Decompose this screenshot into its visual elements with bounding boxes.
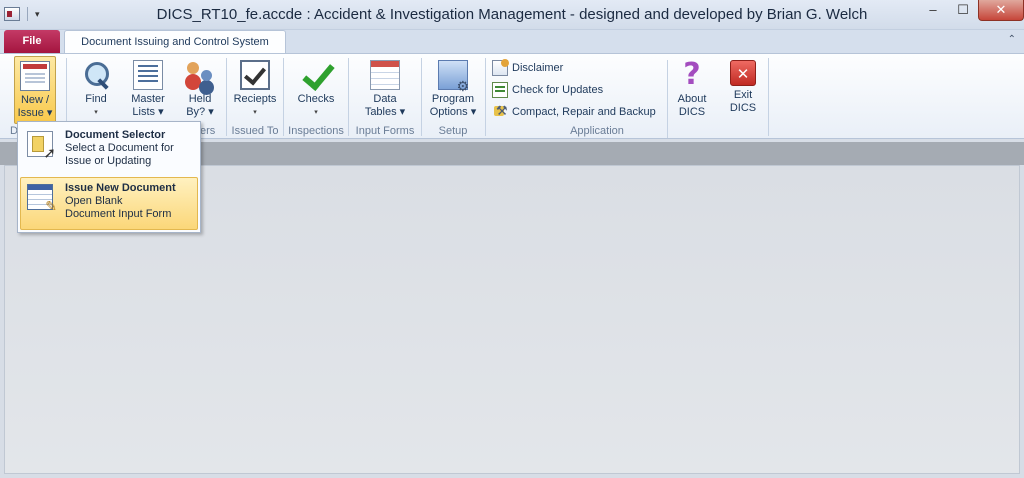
window-title: DICS_RT10_fe.accde : Accident & Investig…	[156, 6, 868, 23]
new-issue-label-line1: New /	[20, 94, 50, 106]
group-separator	[283, 58, 284, 136]
new-document-icon	[20, 61, 50, 91]
menu-item-desc-line1: Open Blank	[65, 195, 123, 207]
question-mark-icon: ?	[683, 57, 701, 92]
find-caret-icon: ▾	[94, 109, 98, 116]
data-tables-button[interactable]: Data Tables ▾	[362, 56, 408, 124]
check-for-updates-button[interactable]: Check for Updates	[492, 80, 603, 100]
exit-icon: ✕	[730, 60, 756, 86]
title-bar: ▾ DICS_RT10_fe.accde : Accident & Invest…	[0, 0, 1024, 30]
checkbox-icon	[240, 60, 270, 90]
updates-icon	[492, 82, 508, 98]
group-label-application: Application	[570, 125, 624, 137]
about-line2: DICS	[678, 106, 706, 118]
reciepts-label: Reciepts	[233, 93, 277, 105]
master-lists-line1: Master	[131, 93, 165, 105]
reciepts-caret-icon: ▾	[253, 109, 257, 116]
list-icon	[133, 60, 163, 90]
disclaimer-icon	[492, 59, 509, 76]
people-icon	[185, 60, 215, 90]
group-application: Disclaimer Check for Updates Compact, Re…	[487, 56, 767, 138]
menu-item-desc-line2: Document Input Form	[65, 208, 172, 220]
find-label: Find	[85, 93, 107, 105]
exit-dics-button[interactable]: ✕ Exit DICS	[721, 56, 765, 124]
compact-repair-icon	[492, 103, 508, 120]
collapse-ribbon-icon[interactable]: ⌃	[1008, 34, 1016, 45]
group-input-forms: Data Tables ▾ Input Forms	[350, 56, 420, 138]
data-tables-line1: Data	[373, 93, 397, 105]
issue-new-document-icon	[27, 184, 57, 215]
checks-button[interactable]: Checks ▾	[293, 56, 339, 124]
group-label-input-forms: Input Forms	[355, 125, 415, 137]
disclaimer-label: Disclaimer	[512, 62, 564, 74]
menu-item-title: Document Selector	[65, 129, 166, 141]
group-separator	[226, 58, 227, 136]
ribbon-tab-row: File Document Issuing and Control System…	[0, 30, 1024, 54]
compact-repair-backup-button[interactable]: Compact, Repair and Backup	[492, 102, 656, 122]
group-separator	[348, 58, 349, 136]
group-label-issued-to: Issued To	[231, 125, 279, 137]
menu-item-document-selector[interactable]: Document Selector Select a Document for …	[20, 124, 198, 177]
green-checkmark-icon	[301, 60, 331, 90]
about-line1: About	[677, 93, 707, 105]
new-issue-dropdown-menu: Document Selector Select a Document for …	[17, 121, 201, 233]
file-tab[interactable]: File	[4, 30, 60, 53]
find-button[interactable]: Find ▾	[74, 56, 118, 124]
menu-item-issue-new-document[interactable]: Issue New Document Open Blank Document I…	[20, 177, 198, 230]
menu-item-title: Issue New Document	[65, 182, 176, 194]
about-dics-button[interactable]: ? About DICS	[669, 56, 715, 124]
held-by-line1: Held	[188, 93, 212, 105]
checks-caret-icon: ▾	[314, 109, 318, 116]
group-issued-to: Reciepts ▾ Issued To	[228, 56, 282, 138]
new-issue-label-line2: Issue ▾	[17, 107, 53, 119]
menu-item-desc-line1: Select a Document for	[65, 142, 174, 154]
program-options-line2: Options ▾	[429, 106, 477, 118]
group-label-inspections: Inspections	[288, 125, 344, 137]
new-issue-button[interactable]: New / Issue ▾	[14, 56, 56, 124]
master-lists-line2: Lists ▾	[132, 106, 164, 118]
exit-line1: Exit	[733, 89, 753, 101]
held-by-button[interactable]: Held By? ▾	[178, 56, 222, 124]
program-options-button[interactable]: Program Options ▾	[426, 56, 480, 124]
minimize-button[interactable]: –	[918, 0, 948, 21]
group-separator	[768, 58, 769, 136]
disclaimer-button[interactable]: Disclaimer	[492, 58, 563, 78]
compact-repair-backup-label: Compact, Repair and Backup	[512, 106, 656, 118]
master-lists-button[interactable]: Master Lists ▾	[124, 56, 172, 124]
table-icon	[370, 60, 400, 90]
reciepts-button[interactable]: Reciepts ▾	[230, 56, 280, 124]
data-tables-line2: Tables ▾	[364, 106, 406, 118]
close-button[interactable]: ✕	[978, 0, 1024, 21]
group-inspections: Checks ▾ Inspections	[285, 56, 347, 138]
menu-item-desc-line2: Issue or Updating	[65, 155, 152, 167]
document-selector-icon	[27, 131, 56, 162]
magnifier-icon	[81, 60, 111, 90]
held-by-line2: By? ▾	[186, 106, 214, 118]
tab-document-issuing[interactable]: Document Issuing and Control System	[64, 30, 286, 54]
checks-label: Checks	[297, 93, 335, 105]
program-settings-icon	[438, 60, 469, 93]
group-separator	[421, 58, 422, 136]
exit-line2: DICS	[729, 102, 757, 114]
program-options-line1: Program	[431, 93, 475, 105]
maximize-button[interactable]: ☐	[948, 0, 978, 21]
window-controls: – ☐ ✕	[918, 0, 1024, 21]
check-for-updates-label: Check for Updates	[512, 84, 604, 96]
